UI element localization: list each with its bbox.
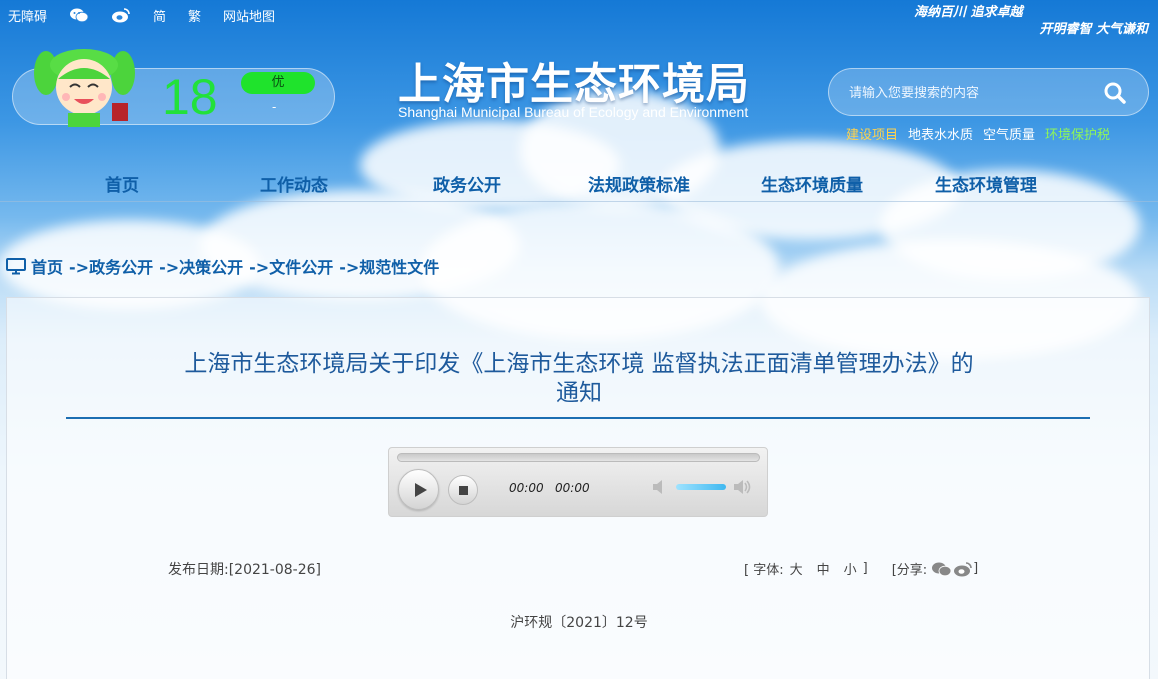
font-label: [ 字体: (744, 563, 784, 578)
font-label-close: ] (862, 561, 868, 576)
quick-link-air-quality[interactable]: 空气质量 (983, 124, 1035, 143)
nav-item-env-quality[interactable]: 生态环境质量 (761, 171, 863, 196)
search-icon[interactable] (1101, 79, 1129, 107)
play-button[interactable] (398, 469, 439, 510)
traditional-link[interactable]: 繁 (188, 6, 201, 25)
search-input[interactable] (849, 80, 1099, 106)
publish-date-label: 发布日期: (168, 562, 229, 578)
site-title[interactable]: 上海市生态环境局 (398, 50, 750, 112)
stop-button[interactable] (448, 475, 478, 505)
article-title-line2: 通知 (556, 380, 602, 406)
font-small-button[interactable]: 小 (844, 559, 857, 578)
slogan: 海纳百川 追求卓越 开明睿智 大气谦和 (908, 4, 1148, 40)
accessibility-link[interactable]: 无障碍 (8, 6, 47, 25)
aqi-value: 18 (162, 69, 218, 125)
nav-item-env-management[interactable]: 生态环境管理 (935, 171, 1037, 196)
nav-item-gov-affairs[interactable]: 政务公开 (433, 171, 501, 196)
title-divider (66, 417, 1090, 419)
breadcrumb-item[interactable]: ->文件公开 (249, 254, 333, 278)
weibo-icon (112, 8, 130, 23)
wechat-icon (70, 8, 89, 23)
article-title-line1: 上海市生态环境局关于印发《上海市生态环境 监督执法正面清单管理办法》的 (184, 351, 974, 377)
mute-icon[interactable] (651, 478, 671, 496)
article-title: 上海市生态环境局关于印发《上海市生态环境 监督执法正面清单管理办法》的 通知 (120, 350, 1038, 408)
share-label-close: ] (973, 561, 979, 576)
breadcrumb-home[interactable]: 首页 (31, 254, 63, 278)
quick-link-env-tax[interactable]: 环境保护税 (1045, 124, 1110, 143)
font-large-button[interactable]: 大 (790, 559, 803, 578)
breadcrumb-item[interactable]: ->决策公开 (159, 254, 243, 278)
current-time: 00:00 (509, 481, 544, 495)
quick-link-construction[interactable]: 建设项目 (846, 124, 898, 143)
simplified-link[interactable]: 简 (153, 6, 166, 25)
monitor-icon (6, 258, 26, 275)
slogan-line2: 开明睿智 大气谦和 (1039, 22, 1148, 37)
aqi-level-badge: 优 (241, 72, 315, 94)
wechat-link[interactable] (69, 7, 89, 23)
quick-link-surface-water[interactable]: 地表水水质 (908, 124, 973, 143)
document-number: 沪环规〔2021〕12号 (510, 615, 648, 631)
duration-time: 00:00 (555, 481, 590, 495)
weibo-share-icon[interactable] (953, 561, 973, 577)
site-subtitle: Shanghai Municipal Bureau of Ecology and… (398, 104, 749, 120)
search-box (828, 68, 1149, 116)
breadcrumb: 首页 ->政务公开 ->决策公开 ->文件公开 ->规范性文件 (6, 254, 445, 278)
sitemap-link[interactable]: 网站地图 (223, 6, 275, 25)
audio-player: 00:00 00:00 (388, 447, 768, 517)
font-medium-button[interactable]: 中 (817, 559, 830, 578)
volume-slider[interactable] (676, 484, 726, 490)
progress-track[interactable] (397, 453, 760, 462)
slogan-line1: 海纳百川 追求卓越 (914, 5, 1023, 20)
weibo-link[interactable] (111, 7, 131, 23)
publish-date-value: [2021-08-26] (228, 562, 322, 578)
nav-item-work-news[interactable]: 工作动态 (260, 171, 328, 196)
main-nav: 首页 工作动态 政务公开 法规政策标准 生态环境质量 生态环境管理 (0, 166, 1158, 202)
mascot-icon (34, 49, 135, 127)
aqi-detail: - (272, 100, 277, 114)
nav-item-home[interactable]: 首页 (105, 171, 139, 196)
font-size-control: [ 字体: 大 中 小 ] [分享: ] (744, 559, 978, 578)
breadcrumb-item[interactable]: ->规范性文件 (339, 254, 439, 278)
publish-date: 发布日期:[2021-08-26] (168, 559, 321, 579)
volume-max-icon[interactable] (732, 478, 752, 496)
wechat-share-icon[interactable] (931, 561, 953, 577)
quick-links: 建设项目 地表水水质 空气质量 环境保护税 (846, 124, 1120, 143)
nav-item-regulations[interactable]: 法规政策标准 (588, 171, 690, 196)
share-control: [分享: ] (892, 559, 979, 578)
share-label: [分享: (891, 563, 928, 578)
breadcrumb-item[interactable]: ->政务公开 (69, 254, 153, 278)
